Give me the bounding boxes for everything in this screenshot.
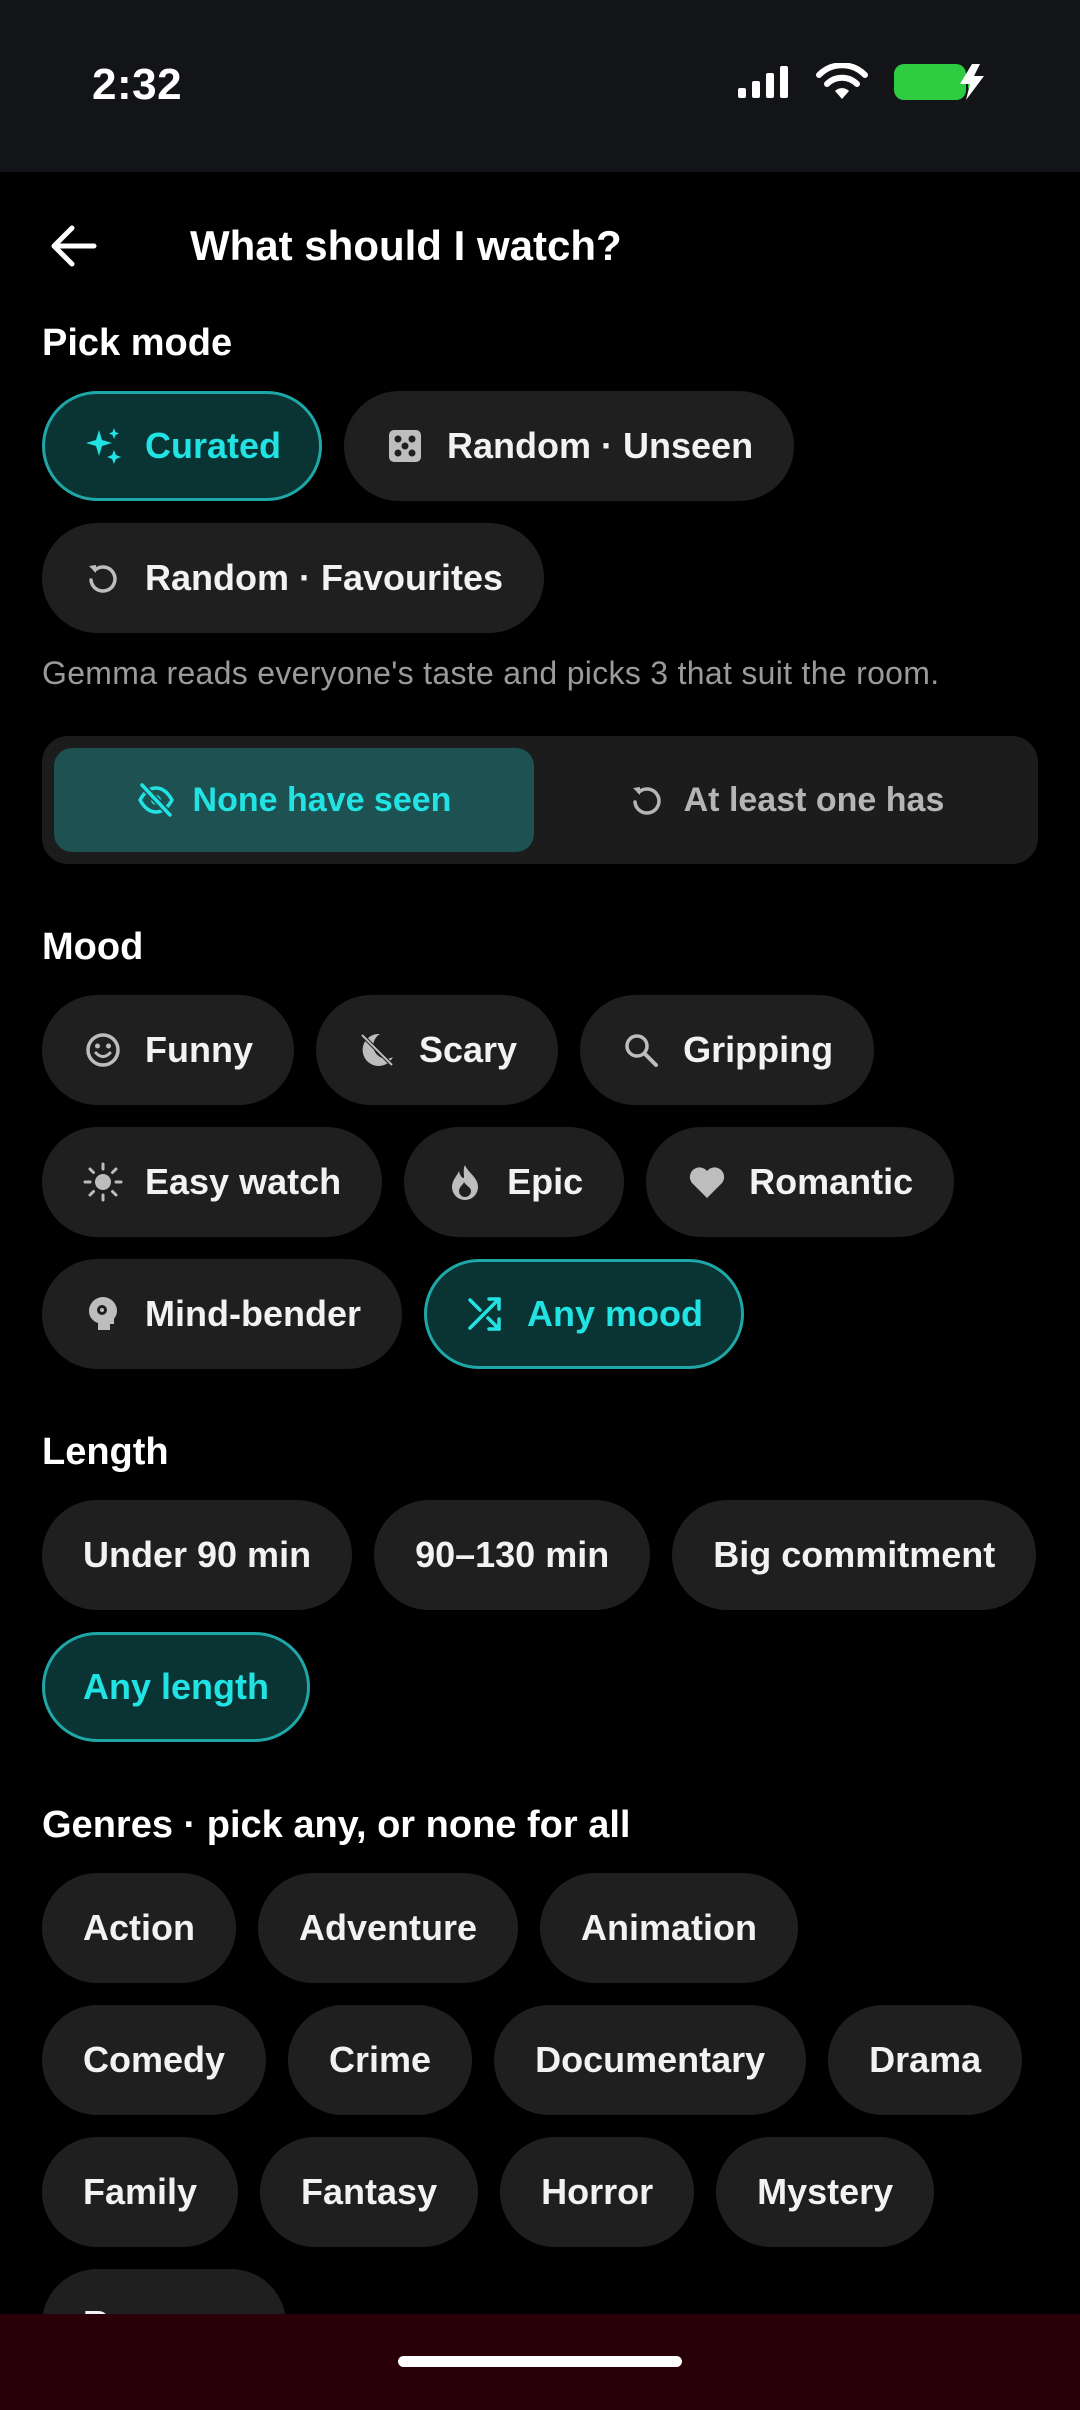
genre-chip-crime[interactable]: Crime xyxy=(288,2005,473,2115)
genre-chip-fantasy[interactable]: Fantasy xyxy=(260,2137,479,2247)
genre-chip-adventure[interactable]: Adventure xyxy=(258,1873,519,1983)
length-under-90-chip[interactable]: Under 90 min xyxy=(42,1500,353,1610)
seg-at-least-one-has-label: At least one has xyxy=(683,780,945,819)
flame-icon xyxy=(445,1162,485,1202)
mood-section: Mood Funny Scary Gripping Easy watch Epi… xyxy=(42,926,1042,1369)
mode-random-favourites-label: Random · Favourites xyxy=(145,557,504,598)
smile-icon xyxy=(83,1030,123,1070)
shuffle-icon xyxy=(465,1294,505,1334)
status-bar: 2:32 xyxy=(0,0,1080,172)
heart-icon xyxy=(687,1162,727,1202)
seen-filter-toggle: None have seen At least one has xyxy=(42,736,1038,864)
length-options: Under 90 min 90–130 min Big commitment A… xyxy=(42,1500,1042,1742)
length-90-130-chip[interactable]: 90–130 min xyxy=(374,1500,651,1610)
search-icon xyxy=(621,1030,661,1070)
genre-chip-comedy[interactable]: Comedy xyxy=(42,2005,267,2115)
length-section: Length Under 90 min 90–130 min Big commi… xyxy=(42,1431,1042,1742)
length-any-length-chip[interactable]: Any length xyxy=(42,1632,310,1742)
moon-icon xyxy=(357,1030,397,1070)
mode-random-unseen-chip[interactable]: Random · Unseen xyxy=(344,391,795,501)
mood-romantic-label: Romantic xyxy=(749,1161,914,1202)
mood-easy-watch-label: Easy watch xyxy=(145,1161,342,1202)
genre-chip-mystery[interactable]: Mystery xyxy=(716,2137,935,2247)
seg-none-have-seen[interactable]: None have seen xyxy=(54,748,534,852)
mood-epic-label: Epic xyxy=(507,1161,584,1202)
mode-random-favourites-chip[interactable]: Random · Favourites xyxy=(42,523,545,633)
mode-random-unseen-label: Random · Unseen xyxy=(447,425,754,466)
mood-romantic-chip[interactable]: Romantic xyxy=(646,1127,955,1237)
battery-charging-icon xyxy=(892,62,988,107)
mood-any-mood-chip[interactable]: Any mood xyxy=(423,1259,744,1369)
replay-icon xyxy=(83,558,123,598)
mood-scary-label: Scary xyxy=(418,1029,518,1070)
home-indicator[interactable] xyxy=(398,2356,682,2367)
genre-chip-family[interactable]: Family xyxy=(42,2137,239,2247)
wifi-icon xyxy=(816,62,868,106)
length-title: Length xyxy=(42,1431,169,1473)
sparkles-icon xyxy=(83,426,123,466)
back-button[interactable] xyxy=(42,216,106,280)
mood-epic-chip[interactable]: Epic xyxy=(404,1127,625,1237)
genre-chip-drama[interactable]: Drama xyxy=(828,2005,1023,2115)
sun-icon xyxy=(83,1162,123,1202)
mood-easy-watch-chip[interactable]: Easy watch xyxy=(42,1127,383,1237)
mood-gripping-label: Gripping xyxy=(683,1029,834,1070)
pick-mode-section: Pick mode Curated Random · Unseen Random… xyxy=(42,322,1042,692)
mood-scary-chip[interactable]: Scary xyxy=(315,995,559,1105)
mood-any-mood-label: Any mood xyxy=(526,1293,703,1334)
mode-curated-chip[interactable]: Curated xyxy=(42,391,323,501)
signal-icon xyxy=(736,64,792,105)
genre-chip-documentary[interactable]: Documentary xyxy=(494,2005,807,2115)
mood-funny-label: Funny xyxy=(145,1029,253,1070)
pick-mode-title: Pick mode xyxy=(42,322,233,364)
pick-mode-options: Curated Random · Unseen Random · Favouri… xyxy=(42,391,1042,633)
pick-mode-helper-text: Gemma reads everyone's taste and picks 3… xyxy=(42,655,940,691)
brain-icon xyxy=(83,1294,123,1334)
genre-chip-horror[interactable]: Horror xyxy=(500,2137,695,2247)
mood-mind-bender-chip[interactable]: Mind-bender xyxy=(42,1259,402,1369)
home-bar xyxy=(0,2314,1080,2410)
length-big-commitment-chip[interactable]: Big commitment xyxy=(672,1500,1037,1610)
main-content: Pick mode Curated Random · Unseen Random… xyxy=(42,322,1042,2379)
status-icons xyxy=(736,62,988,107)
seg-at-least-one-has[interactable]: At least one has xyxy=(546,748,1026,852)
genres-section: Genres · pick any, or none for all Actio… xyxy=(42,1804,1042,2379)
replay-icon xyxy=(628,781,666,819)
app-header: What should I watch? xyxy=(0,172,1080,322)
status-time: 2:32 xyxy=(92,60,183,109)
genre-options: Action Adventure Animation Comedy Crime … xyxy=(42,1873,1042,2379)
seg-none-have-seen-label: None have seen xyxy=(192,780,452,819)
mood-funny-chip[interactable]: Funny xyxy=(42,995,294,1105)
mood-title: Mood xyxy=(42,926,144,968)
mode-curated-label: Curated xyxy=(145,425,282,466)
genres-title: Genres · pick any, or none for all xyxy=(42,1804,631,1846)
mood-gripping-chip[interactable]: Gripping xyxy=(580,995,875,1105)
mood-mind-bender-label: Mind-bender xyxy=(145,1293,361,1334)
page-title: What should I watch? xyxy=(190,222,622,269)
genre-chip-animation[interactable]: Animation xyxy=(540,1873,799,1983)
genre-chip-action[interactable]: Action xyxy=(42,1873,236,1983)
mood-options: Funny Scary Gripping Easy watch Epic Rom… xyxy=(42,995,1042,1369)
eye-off-icon xyxy=(137,781,175,819)
back-arrow-icon xyxy=(50,224,98,273)
dice-icon xyxy=(385,426,425,466)
